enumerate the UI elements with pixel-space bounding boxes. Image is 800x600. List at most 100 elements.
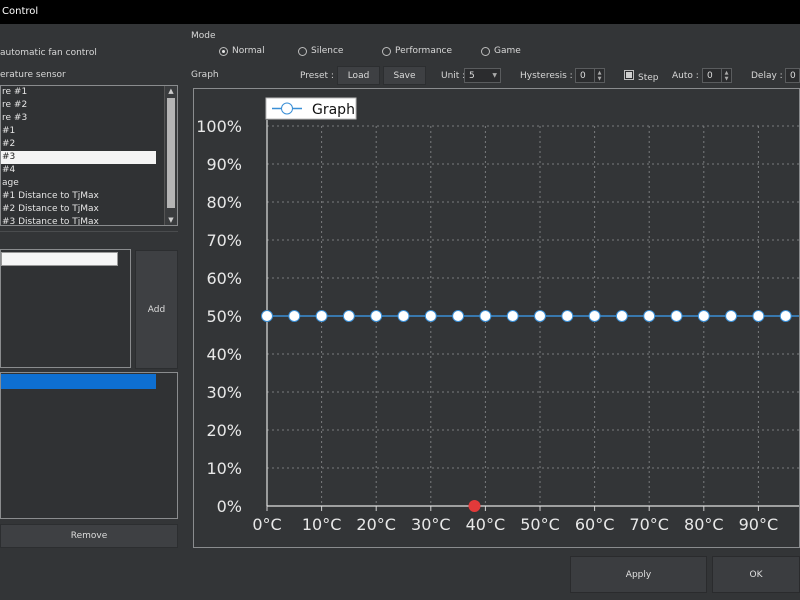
sensor-list-item[interactable]: age xyxy=(1,177,177,190)
x-tick-label: 10°C xyxy=(302,515,342,534)
x-tick-label: 60°C xyxy=(575,515,615,534)
ok-button[interactable]: OK xyxy=(712,556,800,593)
sensor-items: re #1 re #2 re #3 #1 #2 #3 #4 age #1 Distance to… xyxy=(1,86,177,225)
curve-list-selected-item[interactable] xyxy=(1,374,156,389)
curve-point[interactable] xyxy=(752,310,765,322)
y-tick-label: 80% xyxy=(206,193,242,212)
mode-performance-radio[interactable]: Performance xyxy=(382,45,452,57)
y-tick-label: 30% xyxy=(206,383,242,402)
mode-normal-label: Normal xyxy=(232,46,265,56)
sensor-list-scrollbar[interactable]: ▲ ▼ xyxy=(164,86,177,225)
x-tick-label: 40°C xyxy=(466,515,506,534)
load-button-label: Load xyxy=(347,70,370,81)
delay-label: Delay : xyxy=(751,71,783,81)
auto-spinner[interactable]: 0 ▲ ▼ xyxy=(702,68,732,83)
divider xyxy=(0,231,178,232)
save-button[interactable]: Save xyxy=(383,66,426,85)
sensor-list[interactable]: re #1 re #2 re #3 #1 #2 #3 #4 age #1 Distance to… xyxy=(0,85,178,226)
sensor-list-item[interactable]: #1 Distance to TjMax xyxy=(1,190,177,203)
hysteresis-spinner[interactable]: 0 ▲ ▼ xyxy=(575,68,605,83)
curve-point[interactable] xyxy=(288,310,301,322)
graph-label: Graph xyxy=(191,70,219,80)
radio-icon xyxy=(481,46,490,56)
curve-point[interactable] xyxy=(534,310,546,322)
y-tick-label: 50% xyxy=(206,307,242,326)
curve-point[interactable] xyxy=(725,310,738,322)
curve-point[interactable] xyxy=(424,310,437,322)
auto-value: 0 xyxy=(707,70,713,81)
scroll-thumb[interactable] xyxy=(167,98,175,208)
y-tick-label: 40% xyxy=(206,345,242,364)
sensor-list-item[interactable]: #1 xyxy=(1,125,177,138)
legend-marker xyxy=(281,102,293,115)
delay-value: 0 xyxy=(790,70,796,81)
hysteresis-value: 0 xyxy=(580,70,586,81)
fan-curve-graph[interactable]: 0% 10% 20% 30% 40% 50% 60% 70% 80% 90% 100% 0°C 10°C… xyxy=(193,88,800,548)
x-tick-label: 0°C xyxy=(252,515,281,534)
y-tick-label: 70% xyxy=(206,231,242,250)
hysteresis-label: Hysteresis : xyxy=(520,71,573,81)
curve-point[interactable] xyxy=(643,310,656,322)
curve-point[interactable] xyxy=(506,310,519,322)
mode-normal-radio[interactable]: Normal xyxy=(219,45,265,57)
unit-value: 5 xyxy=(469,70,475,81)
current-temperature-marker xyxy=(468,500,481,512)
curve-point[interactable] xyxy=(561,310,574,322)
ok-button-label: OK xyxy=(749,569,763,580)
step-label: Step xyxy=(638,73,659,83)
apply-button[interactable]: Apply xyxy=(570,556,707,593)
apply-button-label: Apply xyxy=(625,569,652,580)
load-button[interactable]: Load xyxy=(337,66,380,85)
curve-point[interactable] xyxy=(397,310,410,322)
sensor-list-item[interactable]: re #3 xyxy=(1,112,177,125)
radio-selected-icon xyxy=(219,46,228,56)
curve-point[interactable] xyxy=(315,310,328,322)
step-checkbox[interactable] xyxy=(624,70,634,80)
y-tick-label: 100% xyxy=(196,117,242,136)
title-bar: Control xyxy=(0,0,800,24)
spinner-arrows-icon[interactable]: ▲ ▼ xyxy=(594,69,604,82)
y-tick-label: 0% xyxy=(217,497,242,516)
curve-point[interactable] xyxy=(588,310,601,322)
scroll-up-icon[interactable]: ▲ xyxy=(165,87,177,95)
radio-icon xyxy=(298,46,307,56)
sensor-list-item[interactable]: #3 xyxy=(1,151,156,164)
sensor-list-item[interactable]: #2 xyxy=(1,138,177,151)
sensor-list-item[interactable]: #4 xyxy=(1,164,177,177)
y-tick-label: 90% xyxy=(206,155,242,174)
add-button[interactable]: Add xyxy=(135,250,178,369)
curve-point[interactable] xyxy=(261,310,273,322)
sensor-header: erature sensor xyxy=(0,70,66,80)
curve-point[interactable] xyxy=(615,310,628,322)
chevron-down-icon: ▼ xyxy=(492,72,497,79)
mode-game-radio[interactable]: Game xyxy=(481,45,521,57)
curve-point[interactable] xyxy=(479,310,492,322)
curve-point[interactable] xyxy=(779,310,792,322)
curve-point[interactable] xyxy=(370,310,383,322)
preset-label: Preset : xyxy=(300,71,334,81)
save-button-label: Save xyxy=(393,70,416,81)
mode-performance-label: Performance xyxy=(395,46,453,56)
curve-point[interactable] xyxy=(697,310,710,322)
remove-button-label: Remove xyxy=(70,531,108,541)
legend-label: Graph xyxy=(312,102,355,118)
mode-silence-radio[interactable]: Silence xyxy=(298,45,343,57)
curve-list[interactable] xyxy=(0,372,178,519)
add-button-label: Add xyxy=(147,304,166,315)
curve-point[interactable] xyxy=(452,310,465,322)
scroll-down-icon[interactable]: ▼ xyxy=(165,216,177,224)
unit-select[interactable]: 5 ▼ xyxy=(464,68,501,83)
x-tick-label: 80°C xyxy=(684,515,724,534)
curve-point[interactable] xyxy=(670,310,683,322)
fan-curve-chart[interactable]: 0% 10% 20% 30% 40% 50% 60% 70% 80% 90% 100% 0°C 10°C… xyxy=(194,89,799,547)
curve-point[interactable] xyxy=(342,310,355,322)
sensor-list-item[interactable]: re #2 xyxy=(1,99,177,112)
curve-name-input[interactable] xyxy=(1,252,118,266)
remove-button[interactable]: Remove xyxy=(0,524,178,548)
sensor-list-item[interactable]: re #1 xyxy=(1,86,177,99)
delay-spinner[interactable]: 0 xyxy=(785,68,800,83)
sensor-list-item[interactable]: #3 Distance to TjMax xyxy=(1,216,177,225)
spinner-arrows-icon[interactable]: ▲ ▼ xyxy=(721,69,731,82)
sensor-list-item[interactable]: #2 Distance to TjMax xyxy=(1,203,177,216)
checkbox-checked-icon xyxy=(626,72,632,78)
